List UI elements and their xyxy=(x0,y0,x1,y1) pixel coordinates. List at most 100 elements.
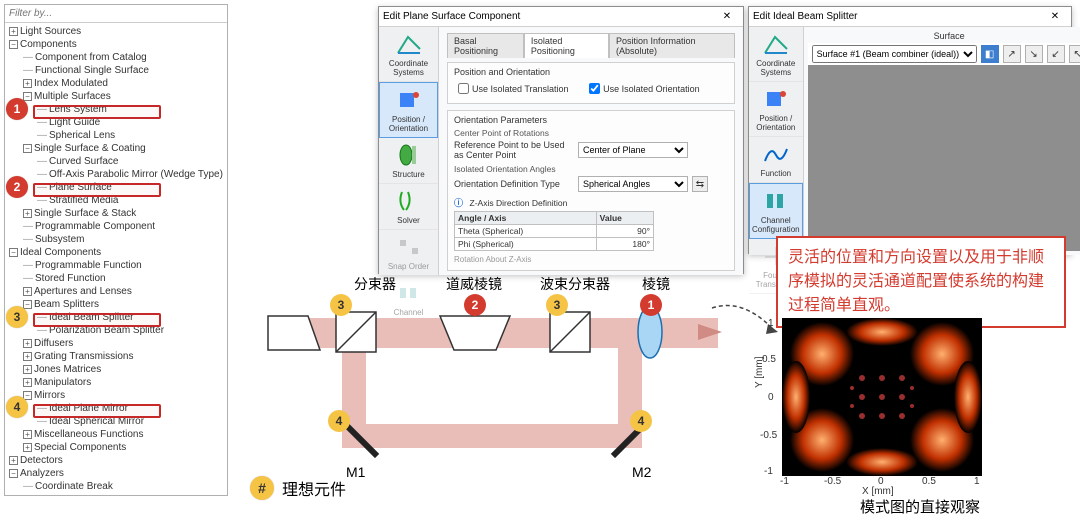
expand-icon[interactable]: − xyxy=(23,144,32,153)
ytick: 0 xyxy=(768,392,774,403)
dbub-3a: 3 xyxy=(330,294,352,316)
expand-icon[interactable]: + xyxy=(9,27,18,36)
tree-label: Off-Axis Parabolic Mirror (Wedge Type) xyxy=(49,169,223,180)
expand-icon[interactable]: − xyxy=(23,92,32,101)
sb-coord[interactable]: Coordinate Systems xyxy=(379,27,438,82)
expand-icon[interactable]: − xyxy=(9,40,18,49)
tree-node[interactable]: −Analyzers xyxy=(7,467,225,480)
tree-node[interactable]: —Stored Function xyxy=(7,272,225,285)
tree-label: Index Modulated xyxy=(34,78,108,89)
tree: +Light Sources−Components—Component from… xyxy=(5,23,227,496)
expand-icon[interactable]: + xyxy=(23,287,32,296)
tab-posinfo[interactable]: Position Information (Absolute) xyxy=(609,33,735,58)
sb-position[interactable]: Position / Orientation xyxy=(379,82,438,138)
tree-node[interactable]: −Components xyxy=(7,38,225,51)
tree-node[interactable]: —Curved Surface xyxy=(7,155,225,168)
surface-select[interactable]: Surface #1 (Beam combiner (ideal)) xyxy=(812,45,977,63)
tree-label: Grating Transmissions xyxy=(34,351,133,362)
tree-node[interactable]: −Beam Splitters xyxy=(7,298,225,311)
tree-node[interactable]: +Special Components xyxy=(7,441,225,454)
tree-node[interactable]: +Jones Matrices xyxy=(7,363,225,376)
arrow-dashed-icon xyxy=(712,298,792,348)
callout-box: 灵活的位置和方向设置以及用于非顺序模拟的灵活通道配置使系统的构建过程简单直观。 xyxy=(776,236,1066,328)
expand-icon[interactable]: + xyxy=(23,79,32,88)
tree-node[interactable]: +Single Surface & Stack xyxy=(7,207,225,220)
tree-node[interactable]: —Subsystem xyxy=(7,233,225,246)
expand-icon[interactable]: − xyxy=(23,300,32,309)
expand-icon[interactable]: + xyxy=(23,352,32,361)
sb-structure[interactable]: Structure xyxy=(379,138,438,184)
tree-node[interactable]: −Multiple Surfaces xyxy=(7,90,225,103)
tree-node[interactable]: —Spherical Lens xyxy=(7,129,225,142)
expand-icon[interactable]: + xyxy=(23,378,32,387)
sb2-function[interactable]: Function xyxy=(749,137,803,183)
tree-node[interactable]: —Camera Detector xyxy=(7,493,225,496)
ref-point-select[interactable]: Center of Plane xyxy=(578,142,688,158)
tree-node[interactable]: +Diffusers xyxy=(7,337,225,350)
expand-icon[interactable]: + xyxy=(9,456,18,465)
tree-label: Components xyxy=(20,39,77,50)
tree-label: Subsystem xyxy=(35,234,84,245)
tree-node[interactable]: +Detectors xyxy=(7,454,225,467)
tree-label: Lens System xyxy=(49,104,107,115)
tree-node[interactable]: —Component from Catalog xyxy=(7,51,225,64)
sb-solver[interactable]: Solver xyxy=(379,184,438,230)
tree-node[interactable]: +Index Modulated xyxy=(7,77,225,90)
tree-node[interactable]: —Plane Surface xyxy=(7,181,225,194)
tree-label: Ideal Plane Mirror xyxy=(49,403,128,414)
btn-mode-2[interactable]: ↗ xyxy=(1003,45,1021,63)
expand-icon[interactable]: − xyxy=(9,469,18,478)
footer-ideal: # 理想元件 xyxy=(250,476,346,500)
tab-basal[interactable]: Basal Positioning xyxy=(447,33,524,58)
dbub-3b: 3 xyxy=(546,294,568,316)
tree-node[interactable]: —Ideal Beam Splitter xyxy=(7,311,225,324)
sb2-coord[interactable]: Coordinate Systems xyxy=(749,27,803,82)
tree-node[interactable]: —Lens System xyxy=(7,103,225,116)
tree-node[interactable]: −Single Surface & Coating xyxy=(7,142,225,155)
ytick: -0.5 xyxy=(760,430,777,441)
ytick: 0.5 xyxy=(762,354,776,365)
btn-mode-1[interactable]: ◧ xyxy=(981,45,999,63)
tree-node[interactable]: —Ideal Spherical Mirror xyxy=(7,415,225,428)
swap-icon[interactable]: ⇆ xyxy=(692,176,708,192)
chk-orientation[interactable]: Use Isolated Orientation xyxy=(585,80,700,97)
tree-node[interactable]: —Off-Axis Parabolic Mirror (Wedge Type) xyxy=(7,168,225,181)
expand-icon[interactable]: + xyxy=(23,443,32,452)
expand-icon[interactable]: − xyxy=(9,248,18,257)
btn-mode-4[interactable]: ↙ xyxy=(1047,45,1065,63)
close-icon[interactable]: ✕ xyxy=(1043,11,1067,22)
tree-node[interactable]: +Light Sources xyxy=(7,25,225,38)
def-type-label: Orientation Definition Type xyxy=(454,179,574,189)
tree-node[interactable]: +Miscellaneous Functions xyxy=(7,428,225,441)
tree-node[interactable]: +Apertures and Lenses xyxy=(7,285,225,298)
tree-node[interactable]: —Stratified Media xyxy=(7,194,225,207)
sb2-channel[interactable]: Channel Configuration xyxy=(749,183,803,239)
filter-input[interactable] xyxy=(5,5,227,23)
tree-label: Camera Detector xyxy=(35,494,111,496)
tree-node[interactable]: −Mirrors xyxy=(7,389,225,402)
close-icon[interactable]: ✕ xyxy=(715,11,739,22)
tree-node[interactable]: −Ideal Components xyxy=(7,246,225,259)
tree-node[interactable]: —Coordinate Break xyxy=(7,480,225,493)
expand-icon[interactable]: + xyxy=(23,430,32,439)
sb2-position[interactable]: Position / Orientation xyxy=(749,82,803,137)
def-type-select[interactable]: Spherical Angles xyxy=(578,176,688,192)
expand-icon[interactable]: + xyxy=(23,339,32,348)
tab-isolated[interactable]: Isolated Positioning xyxy=(524,33,609,58)
expand-icon[interactable]: + xyxy=(23,209,32,218)
chk-translation[interactable]: Use Isolated Translation xyxy=(454,80,569,97)
tree-node[interactable]: —Polarization Beam Splitter xyxy=(7,324,225,337)
tree-node[interactable]: +Grating Transmissions xyxy=(7,350,225,363)
tree-node[interactable]: —Programmable Function xyxy=(7,259,225,272)
lbl-splitter: 分束器 xyxy=(354,274,396,294)
tree-label: Ideal Components xyxy=(20,247,101,258)
expand-icon[interactable]: + xyxy=(23,365,32,374)
btn-mode-3[interactable]: ↘ xyxy=(1025,45,1043,63)
footer-hash: # xyxy=(250,476,274,500)
tree-node[interactable]: —Programmable Component xyxy=(7,220,225,233)
tree-node[interactable]: +Manipulators xyxy=(7,376,225,389)
tree-node[interactable]: —Light Guide xyxy=(7,116,225,129)
tree-node[interactable]: —Ideal Plane Mirror xyxy=(7,402,225,415)
btn-mode-5[interactable]: ↖ xyxy=(1069,45,1080,63)
tree-node[interactable]: —Functional Single Surface xyxy=(7,64,225,77)
